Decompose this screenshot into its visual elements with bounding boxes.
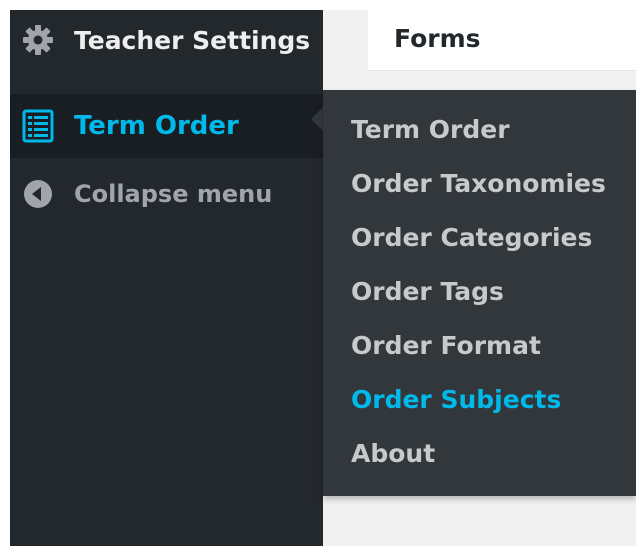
flyout-pointer	[311, 107, 323, 131]
page-title: Forms	[394, 24, 481, 53]
gear-icon	[18, 20, 58, 60]
submenu-item-order-format[interactable]: Order Format	[351, 331, 541, 360]
submenu-flyout: Term Order Order Taxonomies Order Catego…	[323, 90, 636, 496]
submenu-item-order-taxonomies[interactable]: Order Taxonomies	[351, 169, 606, 198]
collapse-arrow-icon	[18, 174, 58, 214]
submenu-item-about[interactable]: About	[351, 439, 435, 468]
collapse-menu-label: Collapse menu	[74, 180, 273, 208]
sidebar-item-label: Teacher Settings	[74, 25, 311, 55]
submenu-item-order-tags[interactable]: Order Tags	[351, 277, 504, 306]
page-header: Forms	[368, 10, 636, 71]
submenu-item-term-order[interactable]: Term Order	[351, 115, 510, 144]
content-gutter	[323, 10, 368, 70]
submenu-item-order-categories[interactable]: Order Categories	[351, 223, 592, 252]
collapse-menu-button[interactable]: Collapse menu	[10, 164, 323, 224]
submenu-item-order-subjects[interactable]: Order Subjects	[351, 385, 561, 414]
sidebar-item-teacher-settings[interactable]: Teacher Settings	[10, 10, 323, 70]
sidebar-item-term-order[interactable]: Term Order	[10, 94, 323, 158]
list-icon	[18, 106, 58, 146]
sidebar-item-label: Term Order	[74, 111, 239, 141]
admin-sidebar: Teacher Settings Term Order Collapse men…	[10, 10, 323, 546]
admin-screen: Forms Teacher Settings Term Order Collap…	[0, 0, 636, 550]
